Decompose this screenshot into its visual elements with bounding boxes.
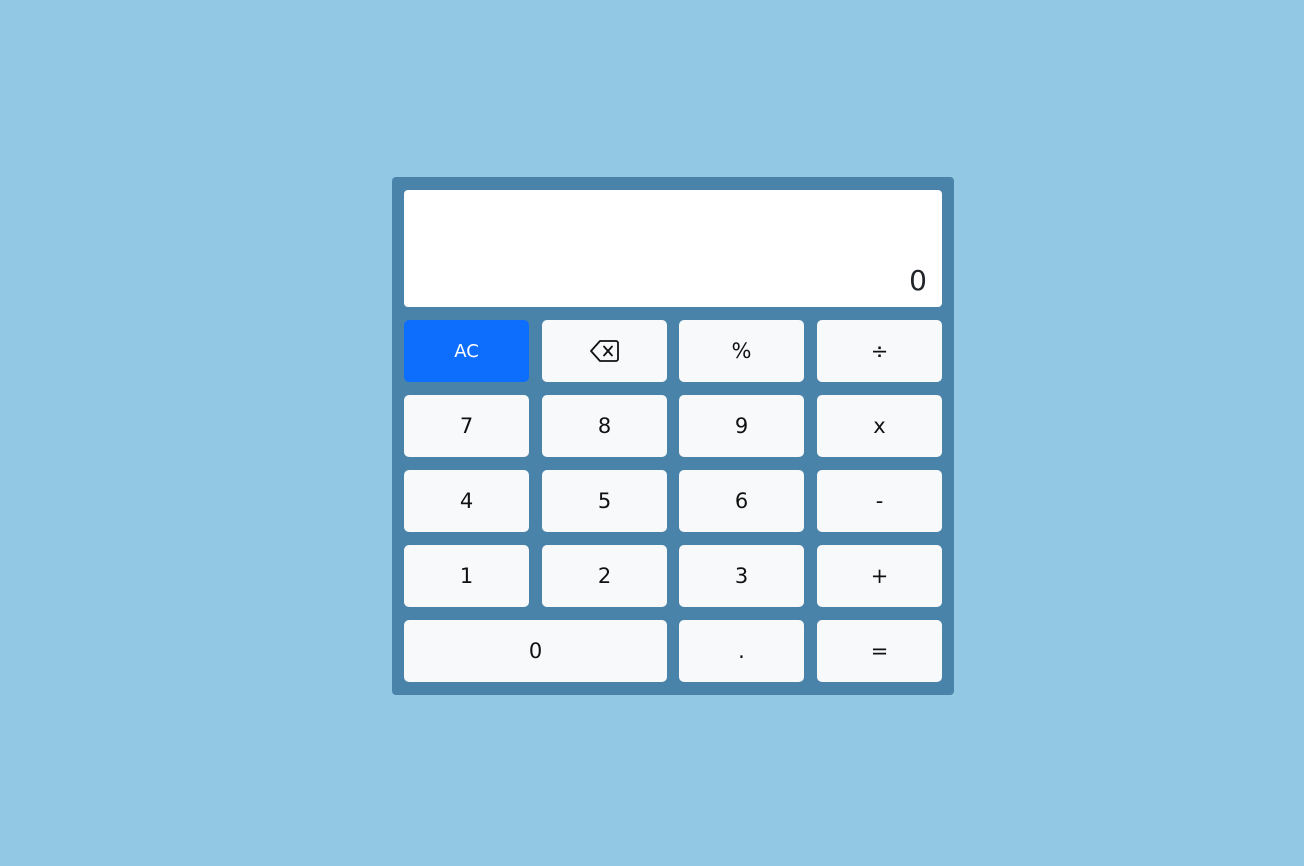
one-button[interactable]: 1 [404, 545, 529, 607]
decimal-button[interactable]: . [679, 620, 804, 682]
four-button[interactable]: 4 [404, 470, 529, 532]
equals-button[interactable]: = [817, 620, 942, 682]
zero-button[interactable]: 0 [404, 620, 667, 682]
three-button[interactable]: 3 [679, 545, 804, 607]
subtract-button[interactable]: - [817, 470, 942, 532]
clear-button[interactable]: AC [404, 320, 529, 382]
percent-button[interactable]: % [679, 320, 804, 382]
display: 0 [404, 190, 942, 307]
calculator: 0 AC % ÷ 7 8 9 x 4 5 6 - 1 2 3 + 0 . = [392, 177, 954, 695]
backspace-icon [589, 339, 620, 363]
backspace-button[interactable] [542, 320, 667, 382]
six-button[interactable]: 6 [679, 470, 804, 532]
divide-button[interactable]: ÷ [817, 320, 942, 382]
nine-button[interactable]: 9 [679, 395, 804, 457]
add-button[interactable]: + [817, 545, 942, 607]
display-value: 0 [909, 264, 927, 297]
two-button[interactable]: 2 [542, 545, 667, 607]
multiply-button[interactable]: x [817, 395, 942, 457]
eight-button[interactable]: 8 [542, 395, 667, 457]
five-button[interactable]: 5 [542, 470, 667, 532]
seven-button[interactable]: 7 [404, 395, 529, 457]
